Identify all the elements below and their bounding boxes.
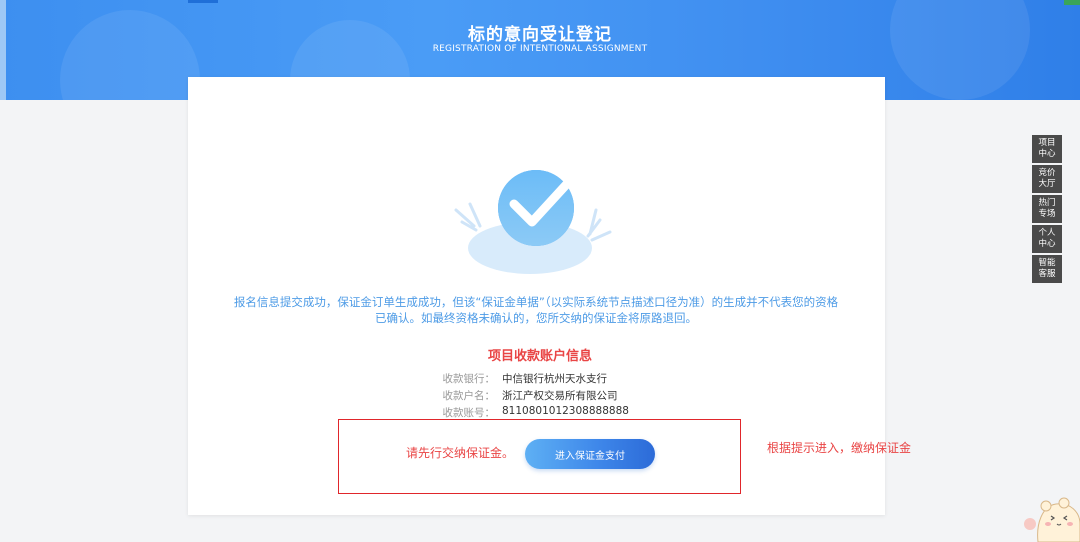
- side-nav-label: 智能: [1038, 258, 1056, 268]
- side-nav-project-center[interactable]: 项目 中心: [1032, 135, 1062, 163]
- account-value: 8110801012308888888: [502, 405, 629, 417]
- payment-prompt: 请先行交纳保证金。: [406, 446, 515, 460]
- account-row-name: 收款户名： 浙江产权交易所有限公司: [400, 388, 700, 404]
- top-status-indicator: [1064, 0, 1080, 5]
- side-nav-personal-center[interactable]: 个人 中心: [1032, 225, 1062, 253]
- page-subtitle: REGISTRATION OF INTENTIONAL ASSIGNMENT: [432, 44, 648, 54]
- mascot-assistant-icon[interactable]: [1018, 494, 1080, 542]
- enter-deposit-payment-button[interactable]: 进入保证金支付: [525, 439, 655, 469]
- side-nav-bidding-hall[interactable]: 竞价 大厅: [1032, 165, 1062, 193]
- account-value: 中信银行杭州天水支行: [502, 373, 607, 385]
- account-info-title: 项目收款账户信息: [487, 349, 592, 364]
- side-nav-label: 竞价: [1038, 168, 1056, 178]
- side-nav-label: 客服: [1038, 269, 1056, 279]
- side-nav-hot-topics[interactable]: 热门 专场: [1032, 195, 1062, 223]
- side-nav: 项目 中心 竞价 大厅 热门 专场 个人 中心 智能 客服: [1032, 135, 1062, 285]
- side-nav-label: 热门: [1038, 198, 1056, 208]
- account-label: 收款户名：: [442, 390, 496, 402]
- annotation-hint: 根据提示进入，缴纳保证金: [767, 441, 912, 455]
- side-nav-smart-service[interactable]: 智能 客服: [1032, 255, 1062, 283]
- side-nav-label: 个人: [1038, 228, 1056, 238]
- side-nav-label: 项目: [1038, 138, 1056, 148]
- account-value: 浙江产权交易所有限公司: [502, 390, 618, 402]
- success-check-icon: [454, 169, 612, 274]
- side-nav-label: 大厅: [1038, 179, 1056, 189]
- side-nav-label: 专场: [1038, 209, 1056, 219]
- submission-result-message: 报名信息提交成功，保证金订单生成成功，但该“保证金单据”（以实际系统节点描述口径…: [233, 295, 839, 325]
- page-title: 标的意向受让登记: [468, 25, 612, 45]
- top-tab-indicator: [188, 0, 218, 3]
- account-label: 收款账号：: [442, 407, 496, 419]
- side-nav-label: 中心: [1038, 149, 1056, 159]
- account-row-bank: 收款银行： 中信银行杭州天水支行: [400, 371, 700, 387]
- account-label: 收款银行：: [442, 373, 496, 385]
- side-nav-label: 中心: [1038, 239, 1056, 249]
